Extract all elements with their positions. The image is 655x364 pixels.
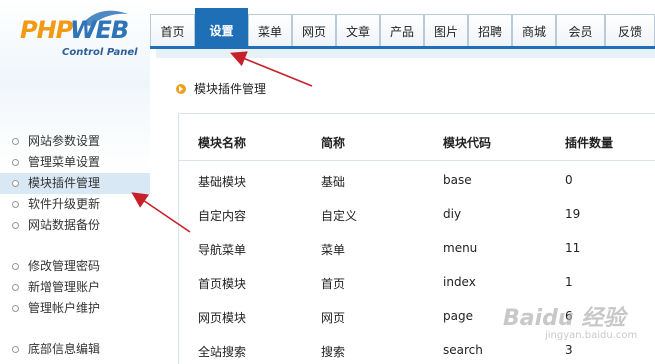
arrow-to-settings-tab <box>230 51 313 87</box>
arrow-to-plugin-menu <box>131 192 191 233</box>
annotation-arrows <box>131 51 313 233</box>
